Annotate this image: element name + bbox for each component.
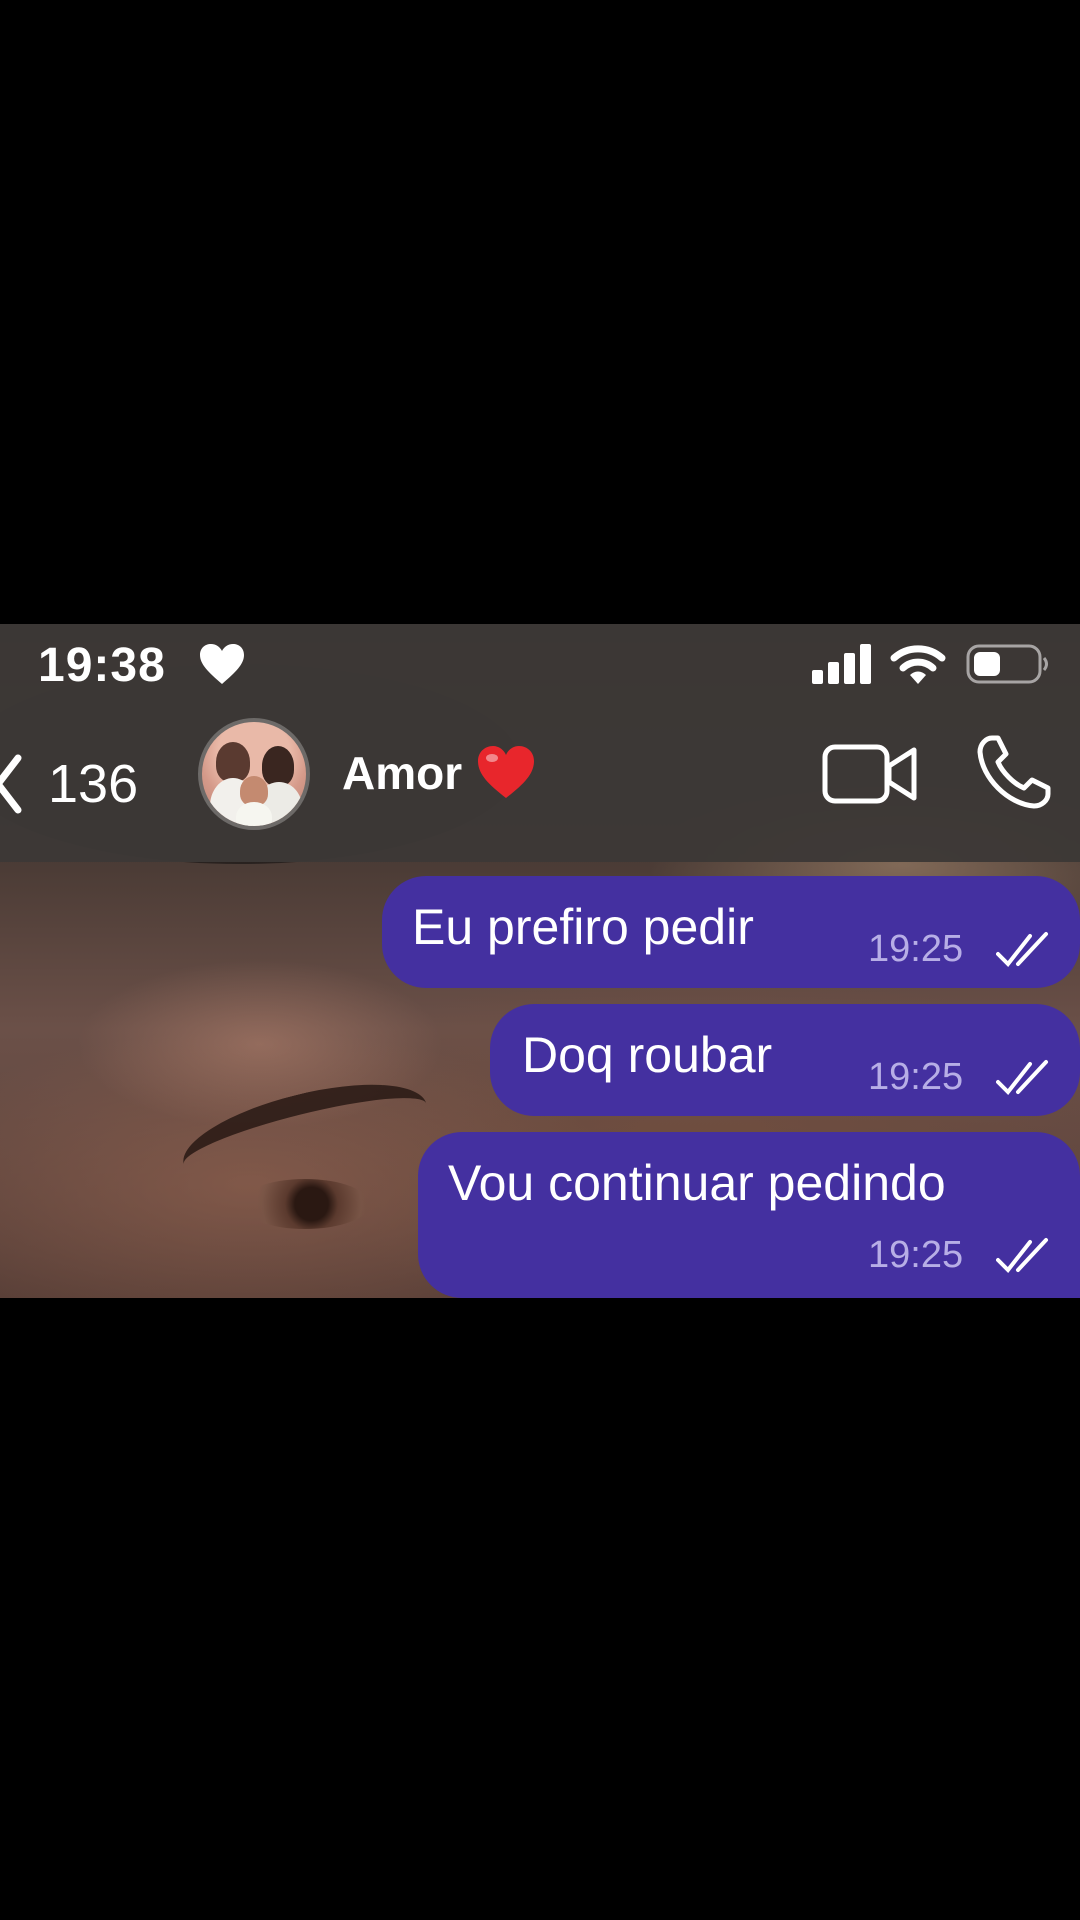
battery-icon xyxy=(966,644,1048,684)
double-check-icon xyxy=(996,1060,1048,1096)
status-bar: 19:38 xyxy=(0,624,1080,704)
avatar-baby-body xyxy=(236,802,272,826)
message-bubble[interactable]: Doq roubar 19:25 xyxy=(490,1004,1080,1116)
chat-screen: 19:38 136 Amor Eu prefiro pedir 19:25 Do… xyxy=(0,624,1080,1298)
wifi-icon xyxy=(890,645,946,684)
avatar[interactable] xyxy=(198,718,310,830)
message-time: 19:25 xyxy=(868,1234,964,1276)
message-text: Doq roubar xyxy=(522,1027,773,1083)
heart-icon xyxy=(200,644,244,684)
message-bubble[interactable]: Eu prefiro pedir 19:25 xyxy=(382,876,1080,988)
chat-header: 136 Amor xyxy=(0,704,1080,862)
avatar-person xyxy=(262,746,294,786)
wallpaper-eye xyxy=(240,1179,370,1229)
double-check-icon xyxy=(996,932,1048,968)
chevron-left-icon xyxy=(0,754,22,814)
avatar-person xyxy=(216,742,250,782)
top-bar: 19:38 136 Amor xyxy=(0,624,1080,862)
video-camera-icon[interactable] xyxy=(822,742,918,806)
phone-icon[interactable] xyxy=(976,734,1052,810)
message-text: Eu prefiro pedir xyxy=(412,899,754,955)
message-time: 19:25 xyxy=(868,1056,964,1098)
message-text: Vou continuar pedindo xyxy=(448,1155,946,1211)
message-time: 19:25 xyxy=(868,928,964,970)
cellular-signal-icon xyxy=(812,644,871,684)
status-time: 19:38 xyxy=(38,639,166,692)
message-bubble[interactable]: Vou continuar pedindo 19:25 xyxy=(418,1132,1080,1298)
contact-name[interactable]: Amor xyxy=(342,746,462,800)
double-check-icon xyxy=(996,1238,1048,1274)
unread-count: 136 xyxy=(48,754,139,814)
red-heart-icon xyxy=(478,746,534,798)
back-button[interactable]: 136 xyxy=(0,734,170,834)
